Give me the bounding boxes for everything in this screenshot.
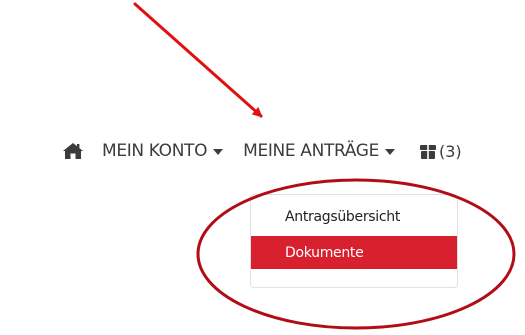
cart-count: (3) (438, 141, 462, 161)
applications-dropdown-menu: Antragsübersicht Dokumente (250, 194, 458, 288)
menu-item-application-overview[interactable]: Antragsübersicht (251, 200, 457, 233)
annotation-arrow (133, 2, 263, 118)
top-navigation: MEIN KONTO MEINE ANTRÄGE (3) (62, 136, 462, 166)
chevron-down-icon (384, 148, 395, 155)
home-icon[interactable] (62, 142, 84, 160)
menu-item-documents[interactable]: Dokumente (251, 236, 457, 269)
package-icon (419, 143, 437, 160)
chevron-down-icon (213, 148, 224, 155)
page: MEIN KONTO MEINE ANTRÄGE (3) Antragsüber… (0, 0, 525, 335)
nav-my-account[interactable]: MEIN KONTO (102, 141, 224, 161)
nav-my-applications-label: MEINE ANTRÄGE (243, 141, 379, 161)
menu-item-label: Dokumente (285, 244, 364, 261)
nav-my-applications[interactable]: MEINE ANTRÄGE (243, 141, 395, 161)
nav-my-account-label: MEIN KONTO (102, 141, 208, 161)
menu-item-label: Antragsübersicht (285, 208, 401, 225)
cart-button[interactable]: (3) (419, 142, 462, 161)
